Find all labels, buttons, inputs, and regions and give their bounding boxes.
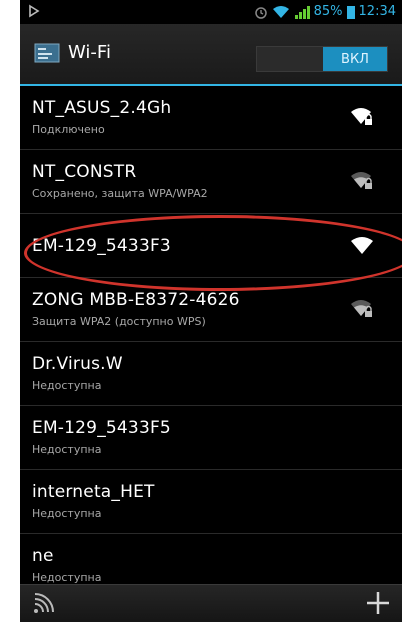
network-ssid: Dr.Virus.W [32, 354, 123, 374]
network-ssid: EM-129_5433F5 [32, 418, 171, 438]
bottom-action-bar [20, 584, 402, 622]
network-item[interactable]: Dr.Virus.W Недоступна [20, 342, 402, 406]
network-status: Подключено [32, 123, 105, 136]
wifi-signal-locked-icon [351, 172, 372, 189]
wifi-signal-locked-icon [351, 108, 372, 125]
settings-app-icon[interactable] [34, 42, 60, 64]
wifi-toggle-on-label: ВКЛ [323, 47, 387, 71]
network-ssid: ZONG MBB-E8372-4626 [32, 290, 240, 310]
network-status: Недоступна [32, 379, 102, 392]
network-item[interactable]: interneta_HET Недоступна [20, 470, 402, 534]
wifi-signal-icon [351, 237, 373, 254]
network-ssid: NT_CONSTR [32, 162, 137, 182]
battery-icon [346, 5, 355, 19]
network-status: Сохранено, защита WPA/WPA2 [32, 187, 208, 200]
network-list: NT_ASUS_2.4Gh Подключено NT_CONSTR Сохра… [20, 86, 402, 598]
network-ssid: EM-129_5433F3 [32, 236, 171, 256]
network-item[interactable]: ZONG MBB-E8372-4626 Защита WPA2 (доступн… [20, 278, 402, 342]
wifi-signal-locked-icon [351, 300, 372, 317]
clock: 12:34 [358, 4, 396, 19]
network-status: Недоступна [32, 443, 102, 456]
status-bar: 85% 12:34 [20, 0, 402, 24]
page-title: Wi-Fi [68, 42, 111, 63]
usb-debug-icon [29, 4, 40, 18]
network-status: Недоступна [32, 507, 102, 520]
status-icons: 85% 12:34 [254, 4, 396, 19]
network-item[interactable]: NT_CONSTR Сохранено, защита WPA/WPA2 [20, 150, 402, 214]
network-item[interactable]: EM-129_5433F3 [20, 214, 402, 278]
network-item[interactable]: NT_ASUS_2.4Gh Подключено [20, 86, 402, 150]
network-ssid: NT_ASUS_2.4Gh [32, 98, 172, 118]
alarm-icon [254, 6, 267, 19]
wps-icon[interactable] [32, 593, 54, 615]
network-item[interactable]: EM-129_5433F5 Недоступна [20, 406, 402, 470]
phone-screen: 85% 12:34 Wi-Fi ВКЛ NT_ASUS_2.4Gh Подклю… [20, 0, 402, 622]
network-status: Защита WPA2 (доступно WPS) [32, 315, 206, 328]
action-bar: Wi-Fi ВКЛ [20, 24, 402, 86]
network-ssid: interneta_HET [32, 482, 155, 502]
network-ssid: ne [32, 546, 54, 566]
battery-percent: 85% [313, 4, 343, 19]
wifi-toggle[interactable]: ВКЛ [256, 46, 388, 72]
cell-signal-icon [294, 5, 310, 19]
network-status: Недоступна [32, 571, 102, 584]
wifi-status-icon [272, 5, 289, 18]
add-network-icon[interactable] [364, 589, 392, 617]
